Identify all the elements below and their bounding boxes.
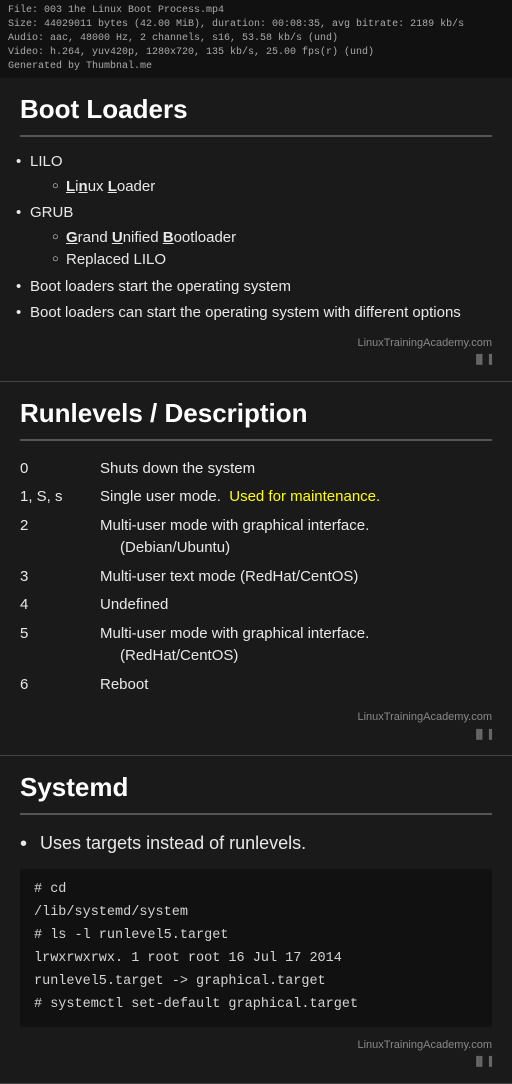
lilo-sublist: Linux Loader xyxy=(30,176,492,199)
grub-label: GRUB xyxy=(30,204,73,221)
runlevel-number: 1, S, s xyxy=(20,483,100,512)
boot-loaders-watermark: LinuxTrainingAcademy.com ▐▌▐ xyxy=(20,335,492,367)
file-info-bar: File: 003 1he Linux Boot Process.mp4 Siz… xyxy=(0,0,512,78)
systemd-code-block: # cd/lib/systemd/system# ls -l runlevel5… xyxy=(20,869,492,1027)
code-line: /lib/systemd/system xyxy=(34,902,478,925)
list-item-grub: GRUB Grand Unified Bootloader Replaced L… xyxy=(20,202,492,272)
boot-loaders-list: LILO Linux Loader GRUB Grand Unified Boo… xyxy=(20,151,492,325)
list-item-start-different: Boot loaders can start the operating sys… xyxy=(20,302,492,325)
systemd-bullet: Uses targets instead of runlevels. xyxy=(20,829,492,859)
table-row: 2Multi-user mode with graphical interfac… xyxy=(20,512,492,563)
runlevels-table: 0Shuts down the system1, S, sSingle user… xyxy=(20,455,492,700)
sub-item-grand-unified: Grand Unified Bootloader xyxy=(54,227,492,250)
runlevels-section: Runlevels / Description 0Shuts down the … xyxy=(0,382,512,757)
systemd-title: Systemd xyxy=(20,768,492,815)
systemd-section: Systemd Uses targets instead of runlevel… xyxy=(0,756,512,1084)
grub-sublist: Grand Unified Bootloader Replaced LILO xyxy=(30,227,492,272)
table-row: 4Undefined xyxy=(20,591,492,620)
runlevel-number: 2 xyxy=(20,512,100,563)
file-info-line3: Audio: aac, 48000 Hz, 2 channels, s16, 5… xyxy=(8,32,504,46)
table-row: 1, S, sSingle user mode. Used for mainte… xyxy=(20,483,492,512)
runlevel-number: 5 xyxy=(20,620,100,671)
runlevels-title: Runlevels / Description xyxy=(20,394,492,441)
file-info-line1: File: 003 1he Linux Boot Process.mp4 xyxy=(8,4,504,18)
lilo-label: LILO xyxy=(30,153,63,170)
runlevel-number: 3 xyxy=(20,563,100,592)
runlevel-desc: Multi-user text mode (RedHat/CentOS) xyxy=(100,563,492,592)
code-line: runlevel5.target -> graphical.target xyxy=(34,971,478,994)
table-row: 0Shuts down the system xyxy=(20,455,492,484)
runlevel-number: 4 xyxy=(20,591,100,620)
list-item-lilo: LILO Linux Loader xyxy=(20,151,492,198)
runlevel-desc: Multi-user mode with graphical interface… xyxy=(100,512,492,563)
runlevel-desc: Single user mode. Used for maintenance. xyxy=(100,483,492,512)
watermark-thumb: ▐▌▐ xyxy=(20,353,492,367)
table-row: 5Multi-user mode with graphical interfac… xyxy=(20,620,492,671)
code-line: # ls -l runlevel5.target xyxy=(34,925,478,948)
runlevel-number: 6 xyxy=(20,671,100,700)
table-row: 3Multi-user text mode (RedHat/CentOS) xyxy=(20,563,492,592)
file-info-line5: Generated by Thumbnal.me xyxy=(8,60,504,74)
systemd-watermark: LinuxTrainingAcademy.com ▐▌▐ xyxy=(20,1037,492,1069)
code-line: lrwxrwxrwx. 1 root root 16 Jul 17 2014 xyxy=(34,948,478,971)
file-info-line4: Video: h.264, yuv420p, 1280x720, 135 kb/… xyxy=(8,46,504,60)
boot-loaders-section: Boot Loaders LILO Linux Loader GRUB Gran… xyxy=(0,78,512,382)
runlevel-desc: Undefined xyxy=(100,591,492,620)
list-item-start-os: Boot loaders start the operating system xyxy=(20,276,492,299)
runlevels-watermark: LinuxTrainingAcademy.com ▐▌▐ xyxy=(20,709,492,741)
table-row: 6Reboot xyxy=(20,671,492,700)
runlevel-desc: Multi-user mode with graphical interface… xyxy=(100,620,492,671)
sub-item-replaced-lilo: Replaced LILO xyxy=(54,249,492,272)
file-info-line2: Size: 44029011 bytes (42.00 MiB), durati… xyxy=(8,18,504,32)
runlevel-desc: Shuts down the system xyxy=(100,455,492,484)
boot-loaders-title: Boot Loaders xyxy=(20,90,492,137)
code-line: # systemctl set-default graphical.target xyxy=(34,994,478,1017)
runlevel-desc: Reboot xyxy=(100,671,492,700)
code-line: # cd xyxy=(34,879,478,902)
sub-item-linux-loader: Linux Loader xyxy=(54,176,492,199)
runlevel-number: 0 xyxy=(20,455,100,484)
